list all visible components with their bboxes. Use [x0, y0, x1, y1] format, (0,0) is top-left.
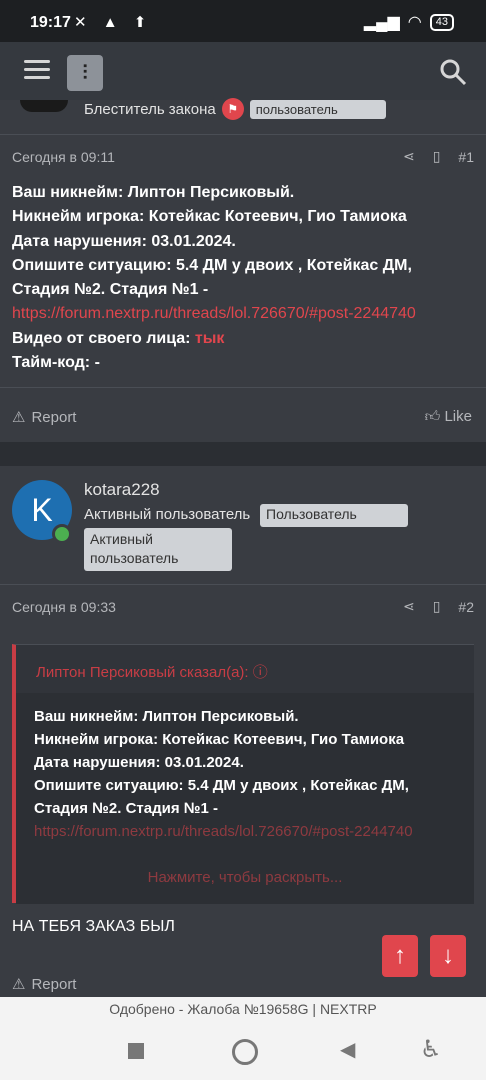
message-line: Дата нарушения: 03.01.2024.: [12, 232, 236, 250]
report-icon: ⚠: [12, 976, 26, 993]
signal-icon: ▂▄▆: [363, 14, 400, 31]
report-button[interactable]: ⚠ Report: [12, 408, 77, 427]
reply-text: НА ТЕБЯ ЗАКАЗ БЫЛ: [12, 918, 175, 935]
quote-header[interactable]: Липтон Персиковый сказал(а): ⓘ: [36, 661, 268, 682]
post-gap: [0, 442, 486, 466]
divider: [0, 387, 486, 388]
post-actions: ⋖ ▯ #1: [403, 148, 474, 165]
quote-link[interactable]: https://forum.nextrp.ru/threads/lol.7266…: [34, 820, 464, 843]
status-time: 19:17: [30, 14, 71, 31]
user-title: Блеститель закона: [84, 100, 216, 118]
video-label: Видео от своего лица:: [12, 329, 195, 347]
battery-icon: 43: [429, 13, 454, 31]
user-badge: Активный пользователь: [84, 528, 232, 571]
quote-line: Опишите ситуацию: 5.4 ДМ у двоих , Котей…: [34, 777, 409, 794]
app-bar: ⫶: [0, 42, 486, 100]
quote-block: Липтон Персиковый сказал(а): ⓘ Ваш никне…: [12, 644, 474, 904]
like-label: Like: [444, 408, 472, 425]
timecode-line: Тайм-код: -: [12, 354, 100, 372]
arrow-down-icon[interactable]: ↓: [430, 935, 466, 977]
post-date[interactable]: Сегодня в 09:33: [12, 599, 116, 615]
search-icon[interactable]: [438, 57, 468, 87]
message-line: Стадия №2. Стадия №1 -: [12, 281, 209, 299]
site-logo[interactable]: ⫶: [67, 55, 103, 91]
report-button[interactable]: ⚠ Report: [12, 975, 77, 994]
arrow-up-icon[interactable]: ↑: [382, 935, 418, 977]
post-number[interactable]: #2: [458, 599, 474, 615]
menu-icon[interactable]: [24, 60, 50, 82]
message-line: Ваш никнейм: Липтон Персиковый.: [12, 184, 295, 201]
evidence-link[interactable]: https://forum.nextrp.ru/threads/lol.7266…: [12, 302, 478, 326]
rank-badge-icon: ⚑: [221, 98, 244, 120]
quote-line: Ваш никнейм: Липтон Персиковый.: [34, 708, 299, 725]
top-user-info: Блеститель закона ⚑ пользователь: [84, 98, 386, 120]
expand-quote-button[interactable]: Нажмите, чтобы раскрыть...: [16, 869, 474, 886]
status-right: ▂▄▆ ◠ 43: [364, 12, 454, 32]
video-link[interactable]: тык: [195, 330, 225, 347]
status-icons: ✕ ▲ ⬆: [74, 14, 153, 31]
user-title: Активный пользователь: [84, 506, 251, 523]
like-button[interactable]: 👍︎ Like: [425, 408, 472, 426]
online-status-icon: [52, 524, 72, 544]
post-date[interactable]: Сегодня в 09:11: [12, 149, 115, 165]
username[interactable]: kotara228: [84, 480, 160, 500]
quote-line: Никнейм игрока: Котейкас Котеевич, Гио Т…: [34, 731, 405, 748]
quote-body: Ваш никнейм: Липтон Персиковый. Никнейм …: [16, 693, 474, 904]
page-title: Одобрено - Жалоба №19658G | NEXTRP: [109, 1001, 377, 1017]
share-icon[interactable]: ⋖: [403, 598, 415, 615]
message-line: Опишите ситуацию: 5.4 ДМ у двоих , Котей…: [12, 256, 412, 274]
recent-apps-button[interactable]: [128, 1043, 144, 1059]
quote-text: Ваш никнейм: Липтон Персиковый. Никнейм …: [34, 705, 464, 843]
home-button[interactable]: [232, 1039, 258, 1065]
like-icon: 👍︎: [424, 408, 441, 425]
user-badge: Пользователь: [260, 504, 408, 527]
quote-arrow-icon[interactable]: ⓘ: [253, 664, 268, 681]
report-label: Report: [31, 408, 77, 426]
wifi-icon: ◠: [407, 14, 422, 31]
divider: [0, 134, 486, 135]
user-badge: пользователь: [249, 99, 386, 119]
bookmark-icon[interactable]: ▯: [433, 148, 441, 165]
video-line: Видео от своего лица: тык: [12, 327, 478, 351]
report-icon: ⚠: [12, 409, 26, 426]
share-icon[interactable]: ⋖: [403, 148, 415, 165]
report-label: Report: [31, 975, 77, 993]
post-message: Ваш никнейм: Липтон Персиковый. Никнейм …: [12, 181, 478, 375]
post-number[interactable]: #1: [458, 149, 474, 165]
avatar[interactable]: [20, 100, 68, 112]
bookmark-icon[interactable]: ▯: [433, 598, 441, 615]
quote-line: Дата нарушения: 03.01.2024.: [34, 754, 244, 771]
message-line: Никнейм игрока: Котейкас Котеевич, Гио Т…: [12, 208, 407, 226]
browser-bottom-bar: Одобрено - Жалоба №19658G | NEXTRP ◀ ♿︎: [0, 997, 486, 1080]
divider: [0, 584, 486, 585]
back-button[interactable]: ◀: [340, 1037, 355, 1062]
status-bar: 19:17 ✕ ▲ ⬆ ▂▄▆ ◠ 43: [0, 0, 486, 42]
quote-line: Стадия №2. Стадия №1 -: [34, 800, 218, 817]
post-actions: ⋖ ▯ #2: [403, 598, 474, 615]
quote-author: Липтон Персиковый сказал(а):: [36, 664, 249, 681]
accessibility-icon[interactable]: ♿︎: [420, 1035, 442, 1064]
